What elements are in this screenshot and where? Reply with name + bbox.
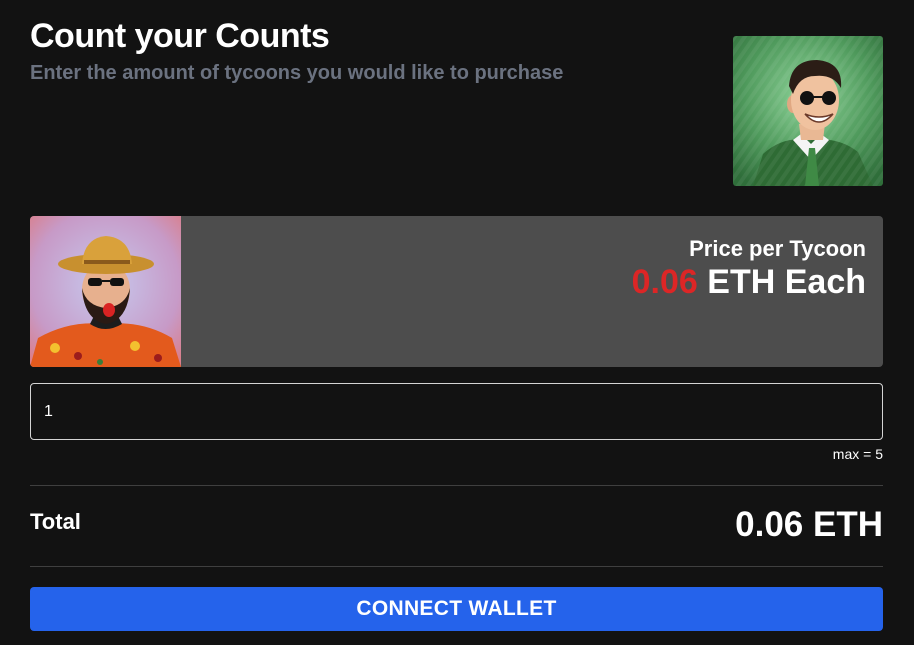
max-quantity-note: max = 5	[832, 446, 883, 462]
connect-wallet-button[interactable]: CONNECT WALLET	[30, 587, 883, 631]
price-label: Price per Tycoon	[689, 236, 866, 261]
mint-page: Count your Counts Enter the amount of ty…	[0, 0, 914, 645]
price-card: Price per Tycoon 0.06 ETH Each	[30, 216, 883, 367]
total-value: 0.06 ETH	[735, 505, 883, 544]
page-subtitle: Enter the amount of tycoons you would li…	[30, 62, 564, 84]
price-value: 0.06 ETH Each	[632, 263, 866, 302]
page-title: Count your Counts	[30, 17, 330, 55]
divider-bottom	[30, 566, 883, 567]
total-label: Total	[30, 509, 81, 534]
price-unit: ETH Each	[707, 263, 866, 301]
quantity-input[interactable]	[30, 383, 883, 440]
divider-top	[30, 485, 883, 486]
card-tycoon-avatar	[30, 216, 181, 367]
price-amount: 0.06	[631, 263, 698, 301]
hero-tycoon-avatar	[733, 36, 883, 186]
